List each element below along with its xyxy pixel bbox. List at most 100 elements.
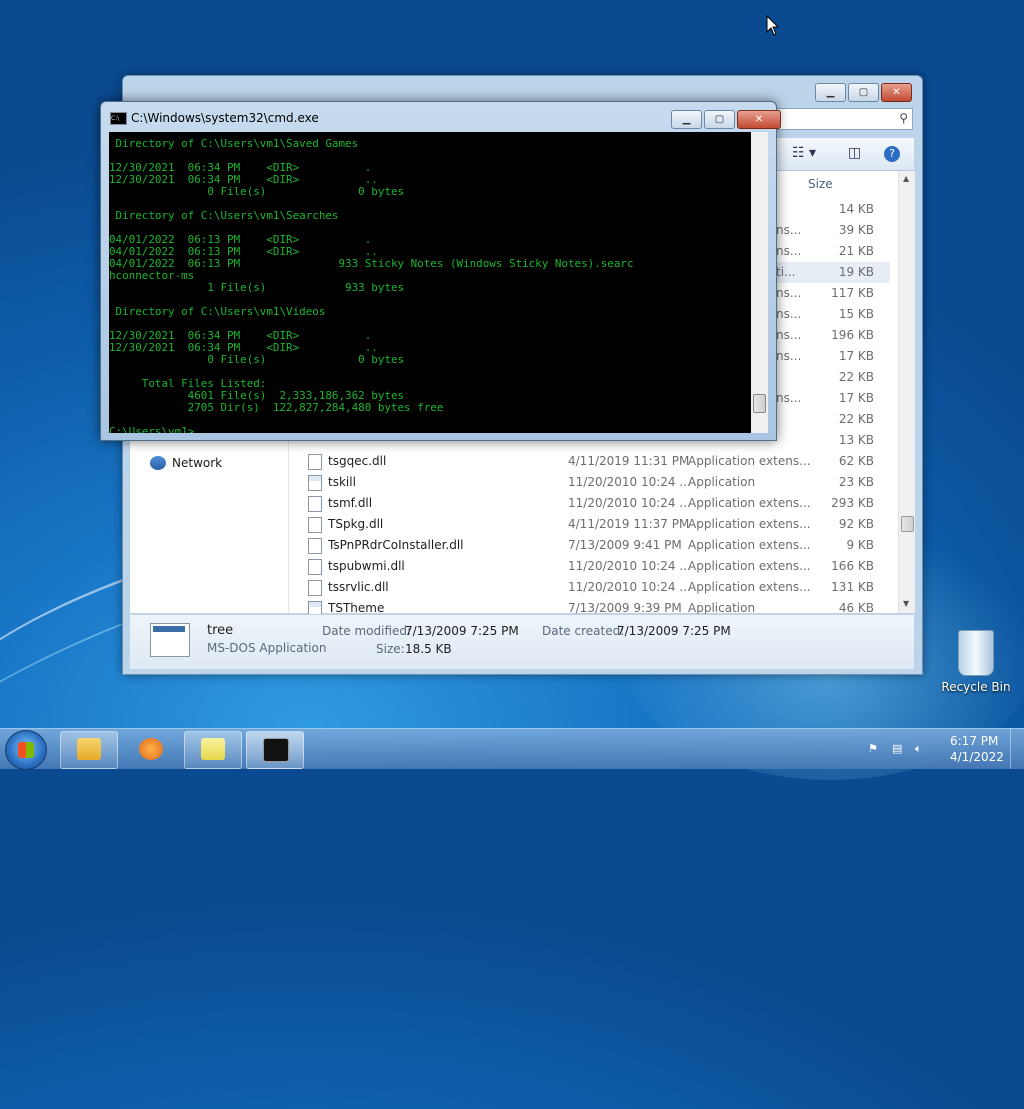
console-text: Directory of C:\Users\vm1\Saved Games 12…	[109, 137, 634, 434]
recycle-bin[interactable]: Recycle Bin	[938, 630, 1014, 694]
file-name: tsgqec.dll	[328, 454, 387, 468]
view-options-icon[interactable]: ☷ ▾	[792, 145, 816, 161]
dll-file-icon	[308, 559, 322, 575]
file-size: 9 KB	[846, 538, 874, 552]
file-size: 19 KB	[838, 265, 874, 279]
file-date: 4/11/2019 11:31 PM	[568, 454, 690, 468]
details-size-label: Size:	[376, 642, 405, 656]
media-player-icon	[139, 738, 163, 760]
file-name: tssrvlic.dll	[328, 580, 389, 594]
file-size: 131 KB	[831, 580, 874, 594]
maximize-button[interactable]: ▢	[704, 110, 735, 129]
table-row[interactable]: tspubwmi.dll 11/20/2010 10:24 ... Applicat…	[300, 556, 890, 577]
application-icon	[308, 475, 322, 491]
file-size: 166 KB	[831, 559, 874, 573]
file-type: Application	[688, 475, 756, 489]
details-pane: tree MS-DOS Application Date modified: 7…	[130, 614, 914, 669]
file-name: TSpkg.dll	[328, 517, 384, 531]
recycle-bin-label: Recycle Bin	[941, 680, 1011, 694]
dll-file-icon	[308, 496, 322, 512]
console-scrollbar[interactable]	[751, 132, 768, 433]
details-modified-label: Date modified:	[322, 624, 412, 638]
cmd-window[interactable]: C:\ C:\Windows\system32\cmd.exe ▁ ▢ ✕ Di…	[100, 101, 781, 441]
windows-logo-icon	[18, 742, 34, 758]
minimize-button[interactable]: ▁	[815, 83, 846, 102]
column-header-size[interactable]: Size	[808, 177, 833, 191]
cmd-window-controls: ▁ ▢ ✕	[671, 110, 781, 129]
file-size: 21 KB	[838, 244, 874, 258]
close-button[interactable]: ✕	[737, 110, 781, 129]
file-explorer-icon	[77, 738, 101, 760]
explorer-window-controls: ▁ ▢ ✕	[815, 83, 912, 102]
maximize-button[interactable]: ▢	[848, 83, 879, 102]
file-size: 22 KB	[838, 370, 874, 384]
table-row[interactable]: tskill 11/20/2010 10:24 ... Application 23 …	[300, 472, 890, 493]
mouse-cursor-icon	[766, 15, 780, 36]
show-desktop-button[interactable]	[1010, 729, 1024, 769]
file-name: TsPnPRdrCoInstaller.dll	[328, 538, 464, 552]
file-size: 14 KB	[838, 202, 874, 216]
file-date: 11/20/2010 10:24 ...	[568, 475, 691, 489]
preview-pane-icon[interactable]: ◫	[848, 145, 861, 161]
file-size: 196 KB	[831, 328, 874, 342]
taskbar-media-player-button[interactable]	[122, 731, 180, 769]
table-row[interactable]: TsPnPRdrCoInstaller.dll 7/13/2009 9:41 PM…	[300, 535, 890, 556]
action-center-flag-icon[interactable]: ⚑	[868, 742, 882, 756]
file-name: tskill	[328, 475, 356, 489]
network-icon	[150, 456, 166, 470]
dll-file-icon	[308, 538, 322, 554]
table-row[interactable]: tssrvlic.dll 11/20/2010 10:24 ... Applicat…	[300, 577, 890, 598]
recycle-bin-icon	[958, 630, 994, 676]
file-icon	[150, 623, 190, 657]
search-input[interactable]: ⚲	[773, 108, 913, 130]
details-kind: MS-DOS Application	[207, 641, 327, 655]
console-output[interactable]: Directory of C:\Users\vm1\Saved Games 12…	[109, 132, 751, 433]
file-size: 13 KB	[838, 433, 874, 447]
cmd-icon: C:\	[110, 112, 127, 125]
details-modified-value: 7/13/2009 7:25 PM	[405, 624, 519, 638]
table-row[interactable]: tsmf.dll 11/20/2010 10:24 ... Application …	[300, 493, 890, 514]
taskbar: ⚑ ▤ 🔈︎ 6:17 PM 4/1/2022	[0, 728, 1024, 770]
file-name: tspubwmi.dll	[328, 559, 405, 573]
file-size: 92 KB	[838, 517, 874, 531]
minimize-button[interactable]: ▁	[671, 110, 702, 129]
start-button[interactable]	[5, 730, 47, 770]
table-row[interactable]: tsgqec.dll 4/11/2019 11:31 PM Application …	[300, 451, 890, 472]
vertical-scrollbar[interactable]: ▲ ▼	[898, 171, 915, 613]
nav-item-network[interactable]: Network	[150, 456, 222, 470]
scroll-up-arrow[interactable]: ▲	[903, 174, 909, 183]
file-date: 4/11/2019 11:37 PM	[568, 517, 690, 531]
taskbar-explorer-button[interactable]	[60, 731, 118, 769]
volume-icon[interactable]: 🔈︎	[915, 742, 929, 756]
help-icon[interactable]: ?	[884, 146, 900, 162]
taskbar-cmd-button[interactable]	[246, 731, 304, 769]
details-created-value: 7/13/2009 7:25 PM	[617, 624, 731, 638]
close-button[interactable]: ✕	[881, 83, 912, 102]
cmd-window-title: C:\Windows\system32\cmd.exe	[131, 111, 319, 125]
file-date: 11/20/2010 10:24 ...	[568, 496, 691, 510]
nav-item-label: Network	[172, 456, 223, 470]
clock-date[interactable]: 4/1/2022	[950, 750, 1004, 764]
clock-time[interactable]: 6:17 PM	[950, 734, 998, 748]
file-size: 293 KB	[831, 496, 874, 510]
file-size: 15 KB	[838, 307, 874, 321]
taskbar-sticky-notes-button[interactable]	[184, 731, 242, 769]
scroll-down-arrow[interactable]: ▼	[903, 599, 909, 608]
scrollbar-thumb[interactable]	[901, 516, 914, 532]
search-icon[interactable]: ⚲	[899, 111, 908, 125]
file-date: 7/13/2009 9:41 PM	[568, 538, 682, 552]
scrollbar-thumb[interactable]	[753, 394, 766, 413]
dll-file-icon	[308, 580, 322, 596]
dll-file-icon	[308, 517, 322, 533]
details-created-label: Date created:	[542, 624, 625, 638]
sticky-notes-icon	[201, 738, 225, 760]
network-tray-icon[interactable]: ▤	[892, 742, 906, 756]
file-name: tsmf.dll	[328, 496, 373, 510]
details-size-value: 18.5 KB	[405, 642, 452, 656]
cmd-icon	[263, 738, 289, 762]
file-size: 62 KB	[838, 454, 874, 468]
file-size: 22 KB	[838, 412, 874, 426]
file-size: 23 KB	[838, 475, 874, 489]
table-row[interactable]: TSpkg.dll 4/11/2019 11:37 PM Application e…	[300, 514, 890, 535]
file-date: 11/20/2010 10:24 ...	[568, 559, 691, 573]
